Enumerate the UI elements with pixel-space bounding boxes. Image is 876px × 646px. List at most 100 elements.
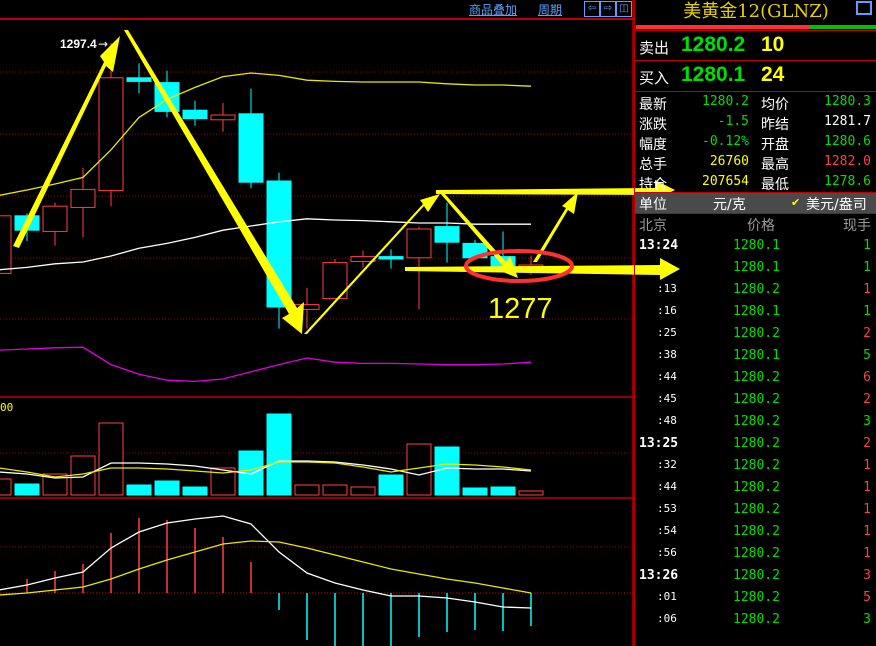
maximize-icon[interactable] bbox=[856, 1, 872, 15]
volume-bar bbox=[322, 484, 348, 496]
time-header: 北京 bbox=[639, 218, 667, 234]
candle-body bbox=[182, 109, 208, 120]
tick-price: 1280.1 bbox=[733, 260, 780, 275]
tick-row[interactable]: :32 1280.2 1 bbox=[635, 456, 876, 478]
tick-price: 1280.2 bbox=[733, 436, 780, 451]
tick-row[interactable]: 1280.1 1 bbox=[635, 258, 876, 280]
tick-row[interactable]: 13:24 1280.1 1 bbox=[635, 236, 876, 258]
buy-price: 1280.1 bbox=[681, 63, 746, 86]
tick-price: 1280.2 bbox=[733, 590, 780, 605]
tick-time: :38 bbox=[657, 348, 677, 361]
buy-label: 买入 bbox=[639, 69, 670, 87]
volume-bar bbox=[434, 446, 460, 496]
tick-row[interactable]: 13:25 1280.2 2 bbox=[635, 434, 876, 456]
unit-selector: 单位 元/克 ✔ 美元/盎司 bbox=[635, 193, 876, 213]
volume-bar bbox=[98, 422, 124, 496]
unit-option-yuan-gram[interactable]: 元/克 bbox=[713, 194, 746, 214]
tick-time: 13:24 bbox=[639, 238, 679, 253]
tick-time: :54 bbox=[657, 524, 677, 537]
quote-panel: 美黄金12(GLNZ) 卖出 1280.2 10 买入 1280.1 24 最新… bbox=[634, 0, 876, 646]
tick-row[interactable]: :25 1280.2 2 bbox=[635, 324, 876, 346]
overlay-symbol-link[interactable]: 商品叠加 bbox=[469, 1, 517, 18]
stat-label: 均价 bbox=[761, 97, 789, 113]
tick-header: 北京 价格 现手 bbox=[635, 214, 876, 234]
tick-volume: 1 bbox=[863, 480, 871, 495]
tick-price: 1280.2 bbox=[733, 458, 780, 473]
tick-volume: 1 bbox=[863, 458, 871, 473]
stat-row: 总手 26760 最高 1282.0 bbox=[635, 153, 876, 173]
tick-row[interactable]: :56 1280.2 1 bbox=[635, 544, 876, 566]
candle-body bbox=[210, 114, 236, 121]
chart-toolbar: 商品叠加 周期 ⇦ ⇨ ◫ bbox=[0, 0, 634, 19]
tick-row[interactable]: :53 1280.2 1 bbox=[635, 500, 876, 522]
tick-volume: 1 bbox=[863, 238, 871, 253]
volume-bar bbox=[266, 413, 292, 496]
stat-value: 1278.6 bbox=[824, 174, 871, 189]
tick-row[interactable]: 13:26 1280.2 3 bbox=[635, 566, 876, 588]
tick-row[interactable]: :45 1280.2 2 bbox=[635, 390, 876, 412]
tick-price: 1280.2 bbox=[733, 502, 780, 517]
kline-chart[interactable]: 1297.4 → 00 bbox=[0, 0, 634, 646]
stat-label: 幅度 bbox=[639, 137, 667, 153]
candle-body bbox=[406, 228, 432, 259]
volume-scale-label: 00 bbox=[0, 401, 13, 414]
tick-volume: 1 bbox=[863, 546, 871, 561]
dea-line bbox=[0, 540, 532, 596]
tick-time: :44 bbox=[657, 370, 677, 383]
tick-row[interactable]: :13 1280.2 1 bbox=[635, 280, 876, 302]
lower-band-line bbox=[0, 346, 532, 383]
tick-volume: 1 bbox=[863, 282, 871, 297]
sell-price: 1280.2 bbox=[681, 33, 746, 56]
tick-row[interactable]: :44 1280.2 6 bbox=[635, 368, 876, 390]
tick-row[interactable]: :38 1280.1 5 bbox=[635, 346, 876, 368]
tick-row[interactable]: :54 1280.2 1 bbox=[635, 522, 876, 544]
tick-row[interactable]: :16 1280.1 1 bbox=[635, 302, 876, 324]
volume-header: 现手 bbox=[843, 218, 871, 234]
stat-value: -0.12% bbox=[702, 134, 749, 149]
tick-volume: 5 bbox=[863, 348, 871, 363]
volume-bar bbox=[182, 486, 208, 496]
volume-panel bbox=[0, 413, 544, 496]
tick-price: 1280.2 bbox=[733, 568, 780, 583]
divider bbox=[635, 91, 876, 92]
tick-time: :13 bbox=[657, 282, 677, 295]
sell-label: 卖出 bbox=[639, 39, 670, 57]
tick-volume: 1 bbox=[863, 524, 871, 539]
tick-price: 1280.2 bbox=[733, 612, 780, 627]
stat-label: 涨跌 bbox=[639, 117, 667, 133]
volume-bar bbox=[126, 484, 152, 496]
right-arrow-icon[interactable]: ⇨ bbox=[600, 1, 616, 17]
candle-body bbox=[154, 82, 180, 112]
candle-body bbox=[126, 77, 152, 82]
tick-time: :06 bbox=[657, 612, 677, 625]
unit-option-usd-ounce[interactable]: 美元/盎司 bbox=[806, 194, 867, 214]
candle-body bbox=[238, 113, 264, 183]
tick-time: 13:25 bbox=[639, 436, 679, 451]
stat-value: 207654 bbox=[702, 174, 749, 189]
volume-bar bbox=[490, 486, 516, 496]
tick-row[interactable]: :06 1280.2 3 bbox=[635, 610, 876, 632]
split-panel-icon[interactable]: ◫ bbox=[616, 1, 632, 17]
macd-panel bbox=[0, 515, 532, 646]
upper-band-line bbox=[0, 72, 532, 196]
left-arrow-icon[interactable]: ⇦ bbox=[584, 1, 600, 17]
stat-label: 开盘 bbox=[761, 137, 789, 153]
tick-price: 1280.2 bbox=[733, 414, 780, 429]
period-link[interactable]: 周期 bbox=[538, 1, 562, 18]
tick-row[interactable]: :44 1280.2 1 bbox=[635, 478, 876, 500]
candle-body bbox=[70, 188, 96, 208]
buy-volume: 24 bbox=[761, 63, 785, 86]
candle-body bbox=[434, 226, 460, 243]
tick-time: :16 bbox=[657, 304, 677, 317]
tick-time: :32 bbox=[657, 458, 677, 471]
price-header: 价格 bbox=[747, 218, 775, 234]
stat-label: 最低 bbox=[761, 177, 789, 193]
tick-row[interactable]: :48 1280.2 3 bbox=[635, 412, 876, 434]
tick-row[interactable]: :01 1280.2 5 bbox=[635, 588, 876, 610]
tick-volume: 3 bbox=[863, 612, 871, 627]
sell-ratio-bar bbox=[636, 25, 809, 29]
tick-price: 1280.1 bbox=[733, 238, 780, 253]
stat-value: 1280.2 bbox=[702, 94, 749, 109]
volume-bar bbox=[14, 483, 40, 496]
stat-label: 昨结 bbox=[761, 117, 789, 133]
